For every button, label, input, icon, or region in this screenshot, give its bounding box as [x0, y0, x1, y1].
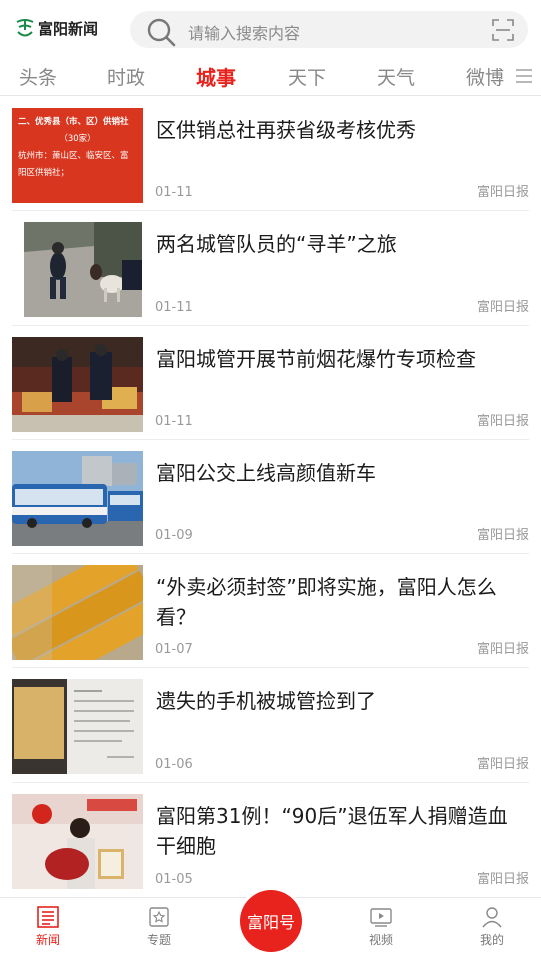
nav-topics-label: 专题 [146, 933, 171, 947]
news-title[interactable]: 遗失的手机被城管捡到了 [156, 686, 526, 716]
tab-headline[interactable]: 头条 [19, 63, 57, 90]
news-thumbnail [12, 565, 143, 661]
photo-image [12, 793, 143, 889]
photo-image [12, 336, 143, 432]
nav-topics[interactable]: 专题 [129, 906, 189, 948]
news-title[interactable]: 富阳城管开展节前烟花爆竹专项检查 [156, 344, 526, 374]
news-date: 01-07 [155, 642, 193, 658]
fuyang-hao-button[interactable]: 富阳号 [240, 890, 302, 952]
news-item[interactable]: 两名城管队员的“寻羊”之旅 01-11 富阳日报 [12, 211, 529, 326]
news-title[interactable]: 两名城管队员的“寻羊”之旅 [156, 229, 526, 259]
profile-icon [482, 907, 502, 928]
tab-weibo[interactable]: 微博 [466, 63, 504, 90]
news-title[interactable]: 富阳第31例！“90后”退伍军人捐赠造血干细胞 [156, 801, 526, 861]
tab-weather[interactable]: 天气 [377, 63, 415, 90]
video-icon [370, 908, 392, 927]
thumb-text-line: （30家） [59, 134, 96, 144]
news-date: 01-11 [155, 185, 193, 201]
news-source: 富阳日报 [476, 528, 529, 544]
bottom-nav: 新闻 专题 富阳号 视频 我的 [0, 890, 541, 955]
app-root: 富阳新闻 请输入搜索内容 头条 时政 城事 天下 天气 微博 二、优秀县（市、区… [0, 0, 541, 955]
news-thumbnail [12, 679, 143, 775]
news-source: 富阳日报 [476, 872, 529, 888]
nav-video-label: 视频 [368, 933, 393, 947]
thumb-text-line: 杭州市：萧山区、临安区、富 [18, 151, 129, 161]
news-date: 01-06 [155, 756, 193, 772]
news-item[interactable]: 富阳城管开展节前烟花爆竹专项检查 01-11 富阳日报 [12, 326, 529, 440]
nav-mine[interactable]: 我的 [462, 906, 522, 948]
menu-icon[interactable] [516, 69, 532, 83]
news-thumbnail [24, 222, 142, 318]
news-source: 富阳日报 [476, 185, 529, 201]
scan-icon[interactable] [492, 19, 514, 41]
logo-text: 富阳新闻 [38, 19, 99, 38]
news-item[interactable]: 遗失的手机被城管捡到了 01-06 富阳日报 [12, 668, 529, 783]
news-item[interactable]: “外卖必须封签”即将实施，富阳人怎么看？ 01-07 富阳日报 [12, 554, 529, 669]
nav-video[interactable]: 视频 [351, 906, 411, 948]
search-input[interactable]: 请输入搜索内容 [188, 20, 300, 44]
nav-news-label: 新闻 [35, 933, 60, 947]
news-source: 富阳日报 [476, 299, 529, 315]
logo-icon [16, 19, 34, 37]
search-bar[interactable]: 请输入搜索内容 [130, 11, 528, 48]
news-item[interactable]: 二、优秀县（市、区）供销社 （30家） 杭州市：萧山区、临安区、富 阳区供销社；… [12, 97, 529, 212]
tab-city[interactable]: 城事 [196, 62, 236, 91]
news-source: 富阳日报 [476, 413, 529, 429]
photo-image [12, 450, 143, 546]
nav-news[interactable]: 新闻 [18, 906, 78, 948]
tab-politics[interactable]: 时政 [107, 63, 145, 90]
news-thumbnail [12, 793, 143, 889]
category-tabs: 头条 时政 城事 天下 天气 微博 [0, 58, 541, 96]
news-title[interactable]: 富阳公交上线高颜值新车 [156, 458, 526, 488]
topics-icon [149, 907, 169, 927]
top-header: 富阳新闻 请输入搜索内容 [0, 0, 541, 58]
news-thumbnail [12, 336, 143, 432]
news-date: 01-05 [155, 872, 193, 888]
photo-image [24, 222, 142, 318]
nav-mine-label: 我的 [479, 933, 504, 947]
news-source: 富阳日报 [476, 756, 529, 772]
thumb-text-line: 二、优秀县（市、区）供销社 [18, 117, 129, 127]
thumb-text-line: 阳区供销社； [18, 168, 70, 178]
search-icon [147, 18, 176, 47]
news-thumbnail: 二、优秀县（市、区）供销社 （30家） 杭州市：萧山区、临安区、富 阳区供销社； [12, 108, 143, 203]
news-source: 富阳日报 [476, 642, 529, 658]
news-date: 01-11 [155, 299, 193, 315]
photo-image [12, 565, 143, 661]
photo-image [12, 679, 143, 775]
app-logo: 富阳新闻 [14, 17, 98, 39]
news-item[interactable]: 富阳公交上线高颜值新车 01-09 富阳日报 [12, 440, 529, 555]
news-thumbnail [12, 450, 143, 546]
news-date: 01-11 [155, 413, 193, 429]
news-list: 二、优秀县（市、区）供销社 （30家） 杭州市：萧山区、临安区、富 阳区供销社；… [0, 97, 541, 897]
news-item[interactable]: 富阳第31例！“90后”退伍军人捐赠造血干细胞 01-05 富阳日报 [12, 783, 529, 897]
news-date: 01-09 [155, 528, 193, 544]
tab-world[interactable]: 天下 [288, 63, 326, 90]
news-title[interactable]: “外卖必须封签”即将实施，富阳人怎么看？ [156, 572, 526, 632]
news-title[interactable]: 区供销总社再获省级考核优秀 [156, 115, 526, 145]
news-icon [37, 906, 59, 928]
